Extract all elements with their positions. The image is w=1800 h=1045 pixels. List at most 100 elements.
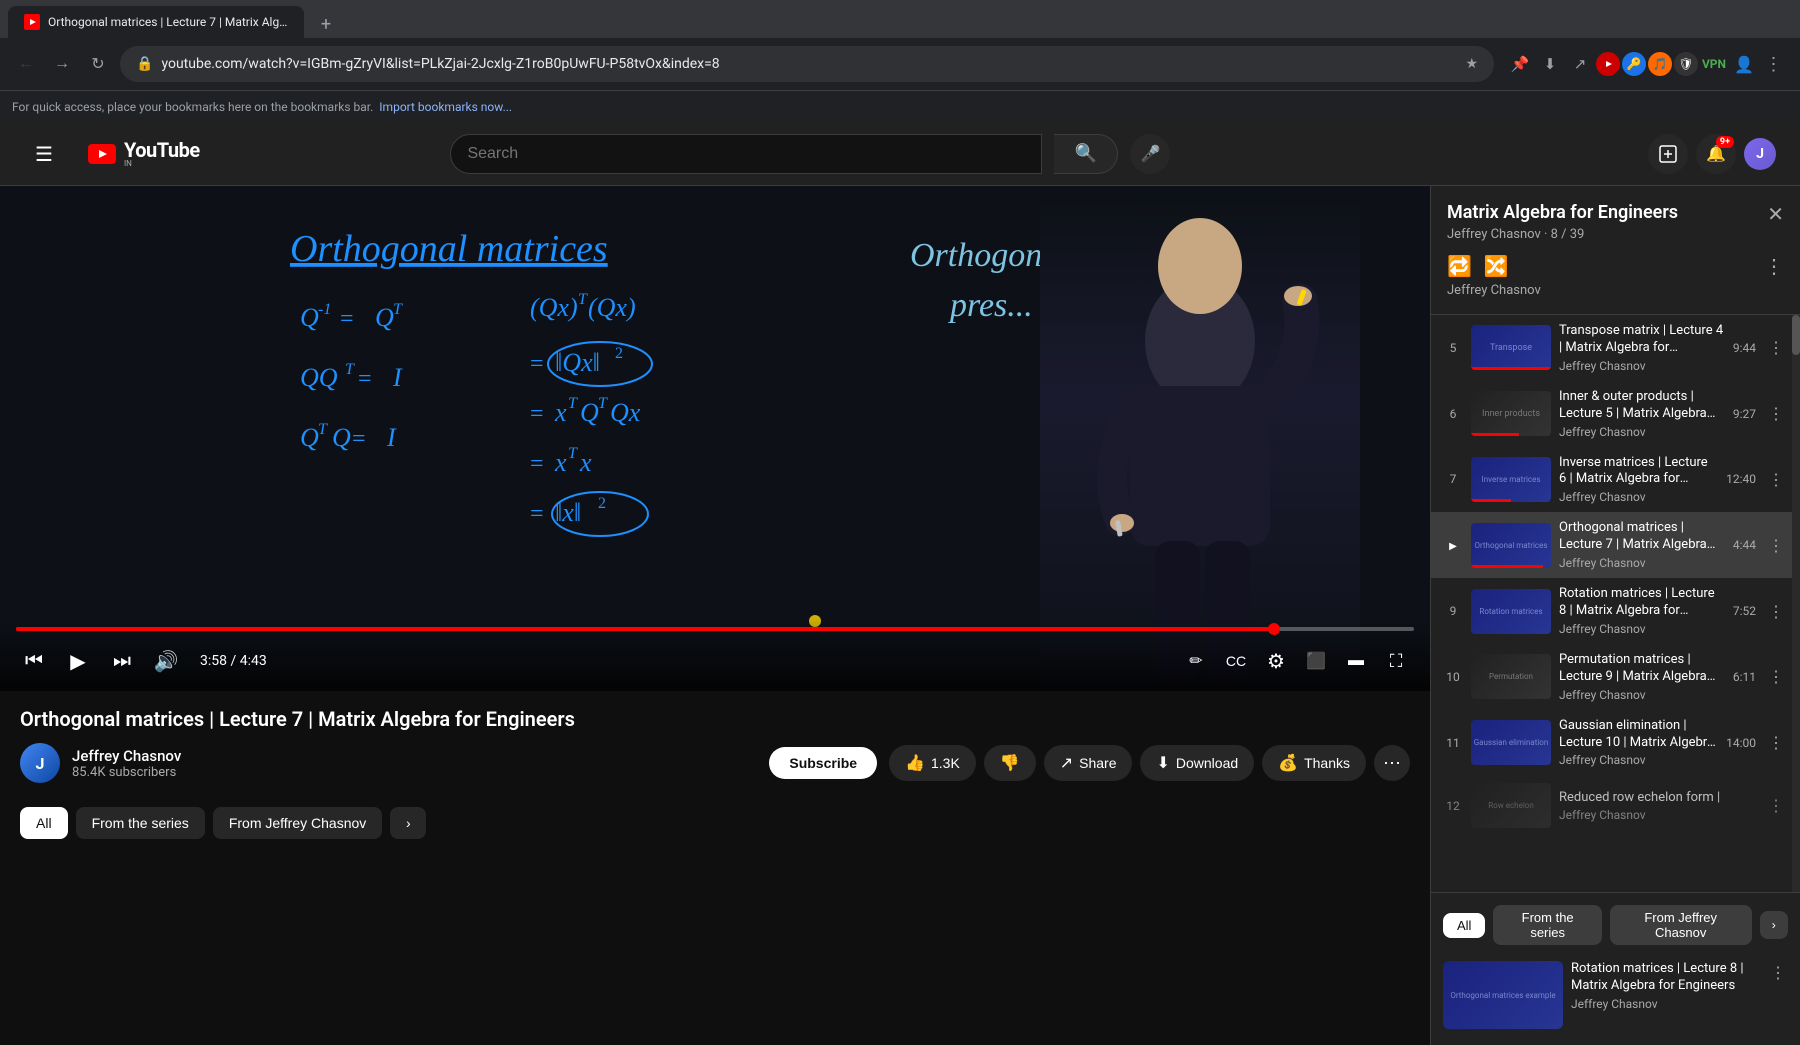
menu-icon[interactable]: ⋮	[1760, 50, 1788, 78]
profile-icon[interactable]: 👤	[1730, 50, 1758, 78]
playlist-item-channel: Jeffrey Chasnov	[1559, 359, 1725, 373]
pf-tab-channel[interactable]: From Jeffrey Chasnov	[1610, 905, 1752, 945]
playlist-item-more-button[interactable]: ⋮	[1764, 532, 1788, 559]
download-button[interactable]: ⬇ Download	[1140, 745, 1254, 781]
playlist-item-more-button[interactable]: ⋮	[1764, 334, 1788, 361]
dislike-button[interactable]: 👎	[984, 745, 1036, 781]
share-button[interactable]: ↗ Share	[1044, 745, 1133, 781]
subscribe-button[interactable]: Subscribe	[769, 747, 877, 779]
playlist-item[interactable]: 7 Inverse matrices Inverse matrices | Le…	[1431, 447, 1800, 513]
playlist-item[interactable]: 6 Inner products Inner & outer products …	[1431, 381, 1800, 447]
tab-all[interactable]: All	[20, 807, 68, 839]
svg-text:=: =	[530, 401, 544, 427]
new-tab-button[interactable]: +	[312, 10, 340, 38]
captions-button[interactable]: CC	[1218, 643, 1254, 679]
recommended-item[interactable]: Orthogonal matrices example Rotation mat…	[1443, 957, 1788, 1033]
thumb-progress	[1471, 367, 1551, 370]
search-container: 🔍 🎤	[450, 134, 1170, 174]
settings-button[interactable]: ⚙	[1258, 643, 1294, 679]
tab-from-series[interactable]: From the series	[76, 807, 205, 839]
filter-more-button[interactable]: ›	[390, 807, 426, 839]
playlist-item-more-button[interactable]: ⋮	[1764, 792, 1788, 819]
playlist-item[interactable]: 12 Row echelon Reduced row echelon form …	[1431, 775, 1800, 836]
reload-button[interactable]: ↻	[84, 50, 112, 78]
hamburger-menu[interactable]: ☰	[24, 134, 64, 174]
download-icon[interactable]: ⬇	[1536, 50, 1564, 78]
volume-button[interactable]: 🔊	[148, 643, 184, 679]
video-player[interactable]: Orthogonal matrices Q -1 = Q T QQ T =	[0, 186, 1430, 691]
forward-button[interactable]: →	[48, 50, 76, 78]
pf-more-button[interactable]: ›	[1760, 911, 1788, 939]
rec-item-more-button[interactable]: ⋮	[1768, 961, 1788, 1029]
controls-row: ⏮ ▶ ⏭ 🔊 3:58 / 4:43 ✏ CC ⚙ ⬛ ▬ ⛶	[16, 643, 1414, 679]
svg-text:x: x	[554, 448, 567, 477]
ext-youtube-icon[interactable]	[1596, 52, 1620, 76]
playlist-loop-button[interactable]: 🔁	[1447, 254, 1472, 279]
ext-vpn-icon[interactable]: VPN	[1700, 50, 1728, 78]
search-input[interactable]	[467, 145, 1025, 163]
theater-button[interactable]: ▬	[1338, 643, 1374, 679]
playlist-item[interactable]: 5 Transpose Transpose matrix | Lecture 4…	[1431, 315, 1800, 381]
fullscreen-button[interactable]: ⛶	[1378, 643, 1414, 679]
share-icon[interactable]: ↗	[1566, 50, 1594, 78]
more-actions-button[interactable]: ⋯	[1374, 745, 1410, 781]
bookmark-icon[interactable]: 📌	[1506, 50, 1534, 78]
tab-favicon	[24, 14, 40, 30]
edit-button[interactable]: ✏	[1178, 643, 1214, 679]
playlist-item-more-button[interactable]: ⋮	[1764, 729, 1788, 756]
tab-from-channel[interactable]: From Jeffrey Chasnov	[213, 807, 382, 839]
search-button[interactable]: 🔍	[1054, 134, 1118, 174]
playlist-item-more-button[interactable]: ⋮	[1764, 400, 1788, 427]
svg-text:=: =	[358, 366, 372, 392]
playlist-shuffle-button[interactable]: 🔀	[1484, 254, 1509, 279]
playlist-item-more-button[interactable]: ⋮	[1764, 466, 1788, 493]
playlist-item[interactable]: 9 Rotation matrices Rotation matrices | …	[1431, 578, 1800, 644]
active-tab[interactable]: Orthogonal matrices | Lecture 7 | Matrix…	[8, 6, 304, 38]
ext-icon-4[interactable]: 🛡	[1674, 52, 1698, 76]
ext-icon-3[interactable]: 🎵	[1648, 52, 1672, 76]
playlist-item-channel: Jeffrey Chasnov	[1559, 490, 1718, 504]
url-text: youtube.com/watch?v=IGBm-gZryVI&list=PLk…	[161, 56, 1457, 72]
progress-dot[interactable]	[1268, 623, 1280, 635]
create-button[interactable]	[1648, 134, 1688, 174]
bookmarks-bar: For quick access, place your bookmarks h…	[0, 90, 1800, 122]
pf-tab-all[interactable]: All	[1443, 913, 1485, 938]
playlist-item-more-button[interactable]: ⋮	[1764, 598, 1788, 625]
thumbs-up-icon: 👍	[905, 753, 925, 773]
ext-1password-icon[interactable]: 🔑	[1622, 52, 1646, 76]
youtube-logo[interactable]: YouTube IN	[88, 140, 200, 168]
thanks-button[interactable]: 💰 Thanks	[1262, 745, 1366, 781]
skip-forward-button[interactable]: ⏭	[104, 643, 140, 679]
playlist-close-button[interactable]: ✕	[1767, 202, 1784, 227]
svg-text:Qx: Qx	[610, 398, 641, 427]
playlist-item-active[interactable]: Orthogonal matrices Orthogonal matrices …	[1431, 512, 1800, 578]
miniplayer-button[interactable]: ⬛	[1298, 643, 1334, 679]
progress-bar[interactable]	[16, 627, 1414, 631]
search-bar[interactable]	[450, 134, 1042, 174]
star-icon[interactable]: ★	[1465, 56, 1478, 72]
playlist-item-more-button[interactable]: ⋮	[1764, 663, 1788, 690]
playlist-item[interactable]: 11 Gaussian elimination Gaussian elimina…	[1431, 710, 1800, 776]
playlist-more-button[interactable]: ⋮	[1764, 254, 1784, 279]
scrollbar-thumb[interactable]	[1792, 315, 1800, 355]
playlist-item[interactable]: 10 Permutation Permutation matrices | Le…	[1431, 644, 1800, 710]
pf-tab-series[interactable]: From the series	[1493, 905, 1601, 945]
skip-back-button[interactable]: ⏮	[16, 643, 52, 679]
playlist-thumb: Rotation matrices	[1471, 589, 1551, 634]
scrollbar-track	[1792, 315, 1800, 892]
back-button[interactable]: ←	[12, 50, 40, 78]
import-bookmarks-link[interactable]: Import bookmarks now...	[379, 100, 512, 114]
svg-text:Q: Q	[300, 423, 319, 452]
notifications-button[interactable]: 🔔 9+	[1696, 134, 1736, 174]
channel-avatar[interactable]: J	[20, 743, 60, 783]
address-bar[interactable]: 🔒 youtube.com/watch?v=IGBm-gZryVI&list=P…	[120, 46, 1494, 82]
playlist-panel: Matrix Algebra for Engineers Jeffrey Cha…	[1430, 186, 1800, 1045]
thumb-image: Transpose	[1471, 325, 1551, 370]
svg-text:Q: Q	[332, 423, 351, 452]
playlist-bottom-rec: All From the series From Jeffrey Chasnov…	[1431, 892, 1800, 1045]
play-button[interactable]: ▶	[60, 643, 96, 679]
user-avatar[interactable]: J	[1744, 138, 1776, 170]
mic-button[interactable]: 🎤	[1130, 134, 1170, 174]
playlist-item-info: Rotation matrices | Lecture 8 | Matrix A…	[1559, 586, 1725, 636]
like-button[interactable]: 👍 1.3K	[889, 745, 976, 781]
